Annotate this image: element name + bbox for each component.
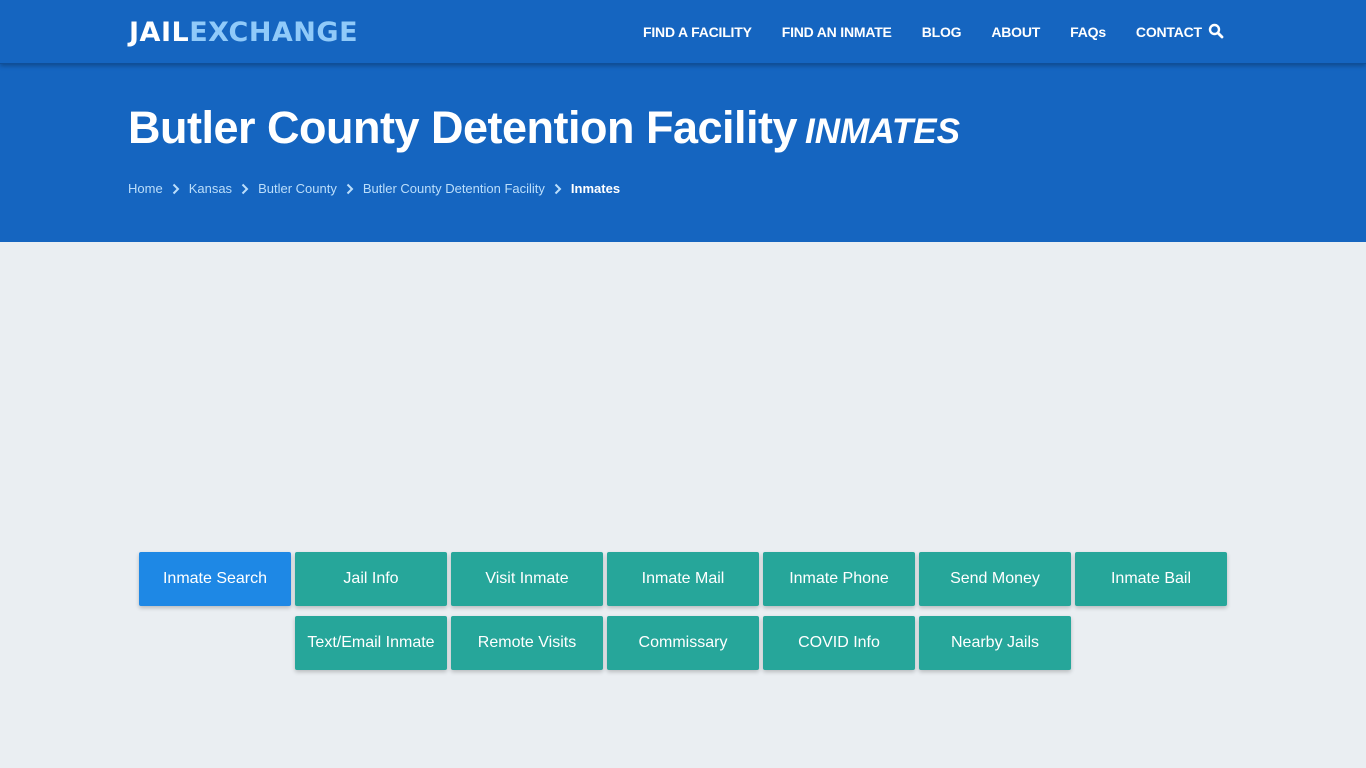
nav-find-a-facility[interactable]: FIND A FACILITY <box>643 24 752 40</box>
breadcrumb: Home Kansas Butler County Butler County … <box>128 181 620 196</box>
action-button-grid: Inmate Search Jail Info Visit Inmate Inm… <box>137 552 1229 670</box>
nav-find-an-inmate[interactable]: FIND AN INMATE <box>782 24 892 40</box>
breadcrumb-facility[interactable]: Butler County Detention Facility <box>363 181 545 196</box>
logo-jail-text: JAIL <box>129 17 190 48</box>
breadcrumb-kansas[interactable]: Kansas <box>189 181 232 196</box>
remote-visits-button[interactable]: Remote Visits <box>451 616 603 670</box>
visit-inmate-button[interactable]: Visit Inmate <box>451 552 603 606</box>
hero-banner: Butler County Detention Facility INMATES … <box>0 64 1366 242</box>
main-nav: FIND A FACILITY FIND AN INMATE BLOG ABOU… <box>643 0 1232 64</box>
inmate-search-button[interactable]: Inmate Search <box>139 552 291 606</box>
send-money-button[interactable]: Send Money <box>919 552 1071 606</box>
page-subtitle: INMATES <box>805 112 960 151</box>
breadcrumb-butler-county[interactable]: Butler County <box>258 181 337 196</box>
jail-info-button[interactable]: Jail Info <box>295 552 447 606</box>
inmate-mail-button[interactable]: Inmate Mail <box>607 552 759 606</box>
breadcrumb-home[interactable]: Home <box>128 181 163 196</box>
inmate-bail-button[interactable]: Inmate Bail <box>1075 552 1227 606</box>
nav-about[interactable]: ABOUT <box>991 24 1040 40</box>
chevron-right-icon <box>346 183 354 195</box>
ad-space <box>0 242 1366 542</box>
facility-name: Butler County Detention Facility <box>128 102 798 153</box>
inmate-phone-button[interactable]: Inmate Phone <box>763 552 915 606</box>
text-email-inmate-button[interactable]: Text/Email Inmate <box>295 616 447 670</box>
nav-faqs[interactable]: FAQs <box>1070 24 1106 40</box>
breadcrumb-current: Inmates <box>570 181 621 196</box>
chevron-right-icon <box>554 183 562 195</box>
logo-exchange-text: EXCHANGE <box>189 17 359 48</box>
search-icon[interactable] <box>1208 23 1224 39</box>
chevron-right-icon <box>172 183 180 195</box>
nav-blog[interactable]: BLOG <box>922 24 962 40</box>
chevron-right-icon <box>241 183 249 195</box>
commissary-button[interactable]: Commissary <box>607 616 759 670</box>
page-title: Butler County Detention Facility INMATES <box>128 102 960 154</box>
top-navbar: JAILEXCHANGE FIND A FACILITY FIND AN INM… <box>0 0 1366 64</box>
covid-info-button[interactable]: COVID Info <box>763 616 915 670</box>
nav-contact[interactable]: CONTACT <box>1136 24 1202 40</box>
nearby-jails-button[interactable]: Nearby Jails <box>919 616 1071 670</box>
site-logo[interactable]: JAILEXCHANGE <box>129 15 358 51</box>
